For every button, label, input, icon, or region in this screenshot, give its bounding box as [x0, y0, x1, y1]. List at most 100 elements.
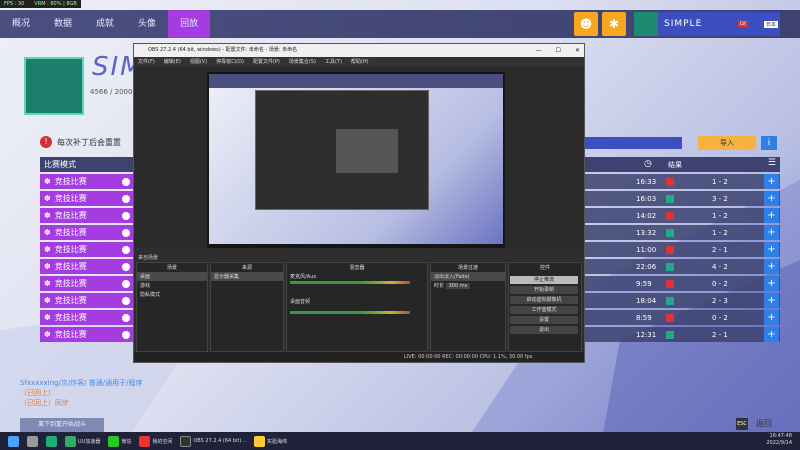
start-icon[interactable]	[8, 435, 19, 447]
tab-overview[interactable]: 概况	[0, 10, 42, 38]
table-row[interactable]: 9:59 0 - 2 +	[584, 276, 780, 291]
duration-row: 时长 300 ms	[431, 281, 505, 290]
menu-view[interactable]: 视图(V)	[190, 57, 207, 67]
tab-replay[interactable]: 回放	[168, 10, 211, 38]
search-icon[interactable]	[27, 435, 38, 447]
xbox-icon[interactable]	[46, 435, 57, 447]
tab-achievements[interactable]: 成就	[84, 10, 126, 38]
menu-file[interactable]: 文件(F)	[138, 57, 155, 67]
mode-row[interactable]: ✽ 竞技比赛	[40, 225, 134, 240]
plus-button[interactable]: +	[764, 242, 779, 257]
plus-button[interactable]: +	[764, 276, 779, 291]
scene-item-game[interactable]: 游戏	[137, 281, 207, 290]
table-row[interactable]: 11:00 2 - 1 +	[584, 242, 780, 257]
mode-row[interactable]: ✽ 竞技比赛	[40, 276, 134, 291]
mode-row[interactable]: ✽ 竞技比赛	[40, 293, 134, 308]
mode-row[interactable]: ✽ 竞技比赛	[40, 191, 134, 206]
source-item-display[interactable]: 显示器采集	[211, 272, 283, 281]
chrome-icon[interactable]	[254, 435, 266, 447]
result-icon	[666, 262, 674, 271]
obs-titlebar[interactable]: OBS 27.2.4 (64 bit, windows) - 配置文件: 未命名…	[134, 44, 584, 57]
tab-avatar[interactable]: 头像	[126, 10, 168, 38]
result-icon	[666, 330, 674, 339]
info-button[interactable]: i	[761, 136, 777, 150]
friends-button[interactable]: ☻	[574, 12, 598, 36]
stop-stream-button[interactable]: 停止推流	[510, 276, 578, 284]
table-row[interactable]: 16:33 1 - 2 +	[584, 174, 780, 189]
result-icon	[666, 228, 674, 237]
mode-row[interactable]: ✽ 竞技比赛	[40, 259, 134, 274]
transition-select[interactable]: 淡出淡入(Fade)	[431, 272, 505, 281]
taskbar-item-space[interactable]: 我的空间	[152, 438, 172, 445]
transition-header: 场景过渡	[457, 265, 478, 271]
taskbar-clock[interactable]: 16:47:48 2022/9/14	[766, 433, 792, 447]
menu-docks[interactable]: 停靠窗口(D)	[216, 57, 244, 67]
plus-button[interactable]: +	[764, 327, 779, 342]
taskbar-item-wechat[interactable]: 微信	[121, 438, 131, 445]
table-row[interactable]: 12:31 2 - 1 +	[584, 327, 780, 342]
obs-window[interactable]: OBS 27.2.4 (64 bit, windows) - 配置文件: 未命名…	[133, 43, 585, 363]
mode-row[interactable]: ✽ 竞技比赛	[40, 242, 134, 257]
menu-edit[interactable]: 编辑(E)	[164, 57, 181, 67]
wechat-icon[interactable]	[108, 435, 120, 447]
mode-row[interactable]: ✽ 竞技比赛	[40, 208, 134, 223]
scene-item-desktop[interactable]: 桌面	[137, 272, 207, 281]
mixer-channel-desktop: 桌面音频	[290, 299, 311, 305]
profile-card[interactable]: SIMPLE	[634, 12, 780, 36]
obs-menubar: 文件(F) 编辑(E) 视图(V) 停靠窗口(D) 配置文件(P) 场景集合(S…	[134, 57, 584, 67]
filter-dropdown[interactable]	[584, 137, 682, 149]
plus-button[interactable]: +	[764, 293, 779, 308]
close-icon[interactable]: ✕	[575, 44, 580, 57]
plus-button[interactable]: +	[764, 259, 779, 274]
import-button[interactable]: 导入	[698, 136, 756, 150]
obs-taskbar-icon[interactable]	[180, 435, 192, 447]
scene-item-privacy[interactable]: 隐私模式	[137, 290, 207, 299]
table-row[interactable]: 14:02 1 - 2 +	[584, 208, 780, 223]
settings-button[interactable]: ✱	[602, 12, 626, 36]
esc-key[interactable]: ESC	[736, 418, 748, 430]
reset-warning: ! 每次补丁后会重置	[40, 136, 121, 148]
duration-input[interactable]: 300 ms	[445, 283, 471, 289]
plus-button[interactable]: +	[764, 310, 779, 325]
exit-button[interactable]: 退出	[510, 326, 578, 334]
mode-row[interactable]: ✽ 竞技比赛	[40, 174, 134, 189]
mode-label: 竞技比赛	[54, 279, 87, 288]
menu-tools[interactable]: 工具(T)	[325, 57, 342, 67]
tab-stats[interactable]: 数据	[42, 10, 84, 38]
menu-scene-collection[interactable]: 场景集合(S)	[289, 57, 316, 67]
mode-row[interactable]: ✽ 竞技比赛	[40, 327, 134, 342]
table-row[interactable]: 8:59 0 - 2 +	[584, 310, 780, 325]
mode-label: 竞技比赛	[54, 245, 87, 254]
check-icon	[122, 313, 130, 322]
warning-text: 每次补丁后会重置	[57, 137, 121, 147]
taskbar-item-obs[interactable]: OBS 27.2.4 (64 bit)...	[193, 438, 246, 444]
back-button[interactable]: 返回	[756, 418, 772, 429]
maximize-icon[interactable]: ☐	[556, 44, 561, 57]
taskbar-item-sponge[interactable]: 实验海绵	[267, 438, 287, 445]
taskbar-item-uu[interactable]: UU加速器	[78, 438, 100, 445]
mode-row[interactable]: ✽ 竞技比赛	[40, 310, 134, 325]
minimize-icon[interactable]: —	[536, 44, 542, 57]
table-row[interactable]: 22:06 4 - 2 +	[584, 259, 780, 274]
virtual-camera-button[interactable]: 启动虚拟摄像机	[510, 296, 578, 304]
note-line-3: （已回上）同步	[20, 399, 69, 407]
start-recording-button[interactable]: 开始录制	[510, 286, 578, 294]
menu-help[interactable]: 帮助(H)	[351, 57, 369, 67]
plus-button[interactable]: +	[764, 174, 779, 189]
fps-text: FPS : 30	[4, 1, 25, 7]
table-row[interactable]: 16:03 3 - 2 +	[584, 191, 780, 206]
plus-button[interactable]: +	[764, 225, 779, 240]
mode-header: 比赛模式	[40, 157, 134, 172]
studio-mode-button[interactable]: 工作室模式	[510, 306, 578, 314]
check-icon	[122, 245, 130, 254]
restart-battle-button[interactable]: 离下到重开始战斗	[20, 418, 104, 432]
menu-profile[interactable]: 配置文件(P)	[253, 57, 280, 67]
result-icon	[666, 177, 674, 186]
weibo-icon[interactable]	[139, 435, 151, 447]
table-row[interactable]: 18:04 2 - 3 +	[584, 293, 780, 308]
uu-icon[interactable]	[65, 435, 76, 447]
table-row[interactable]: 13:32 1 - 2 +	[584, 225, 780, 240]
plus-button[interactable]: +	[764, 191, 779, 206]
settings-button-obs[interactable]: 设置	[510, 316, 578, 324]
plus-button[interactable]: +	[764, 208, 779, 223]
